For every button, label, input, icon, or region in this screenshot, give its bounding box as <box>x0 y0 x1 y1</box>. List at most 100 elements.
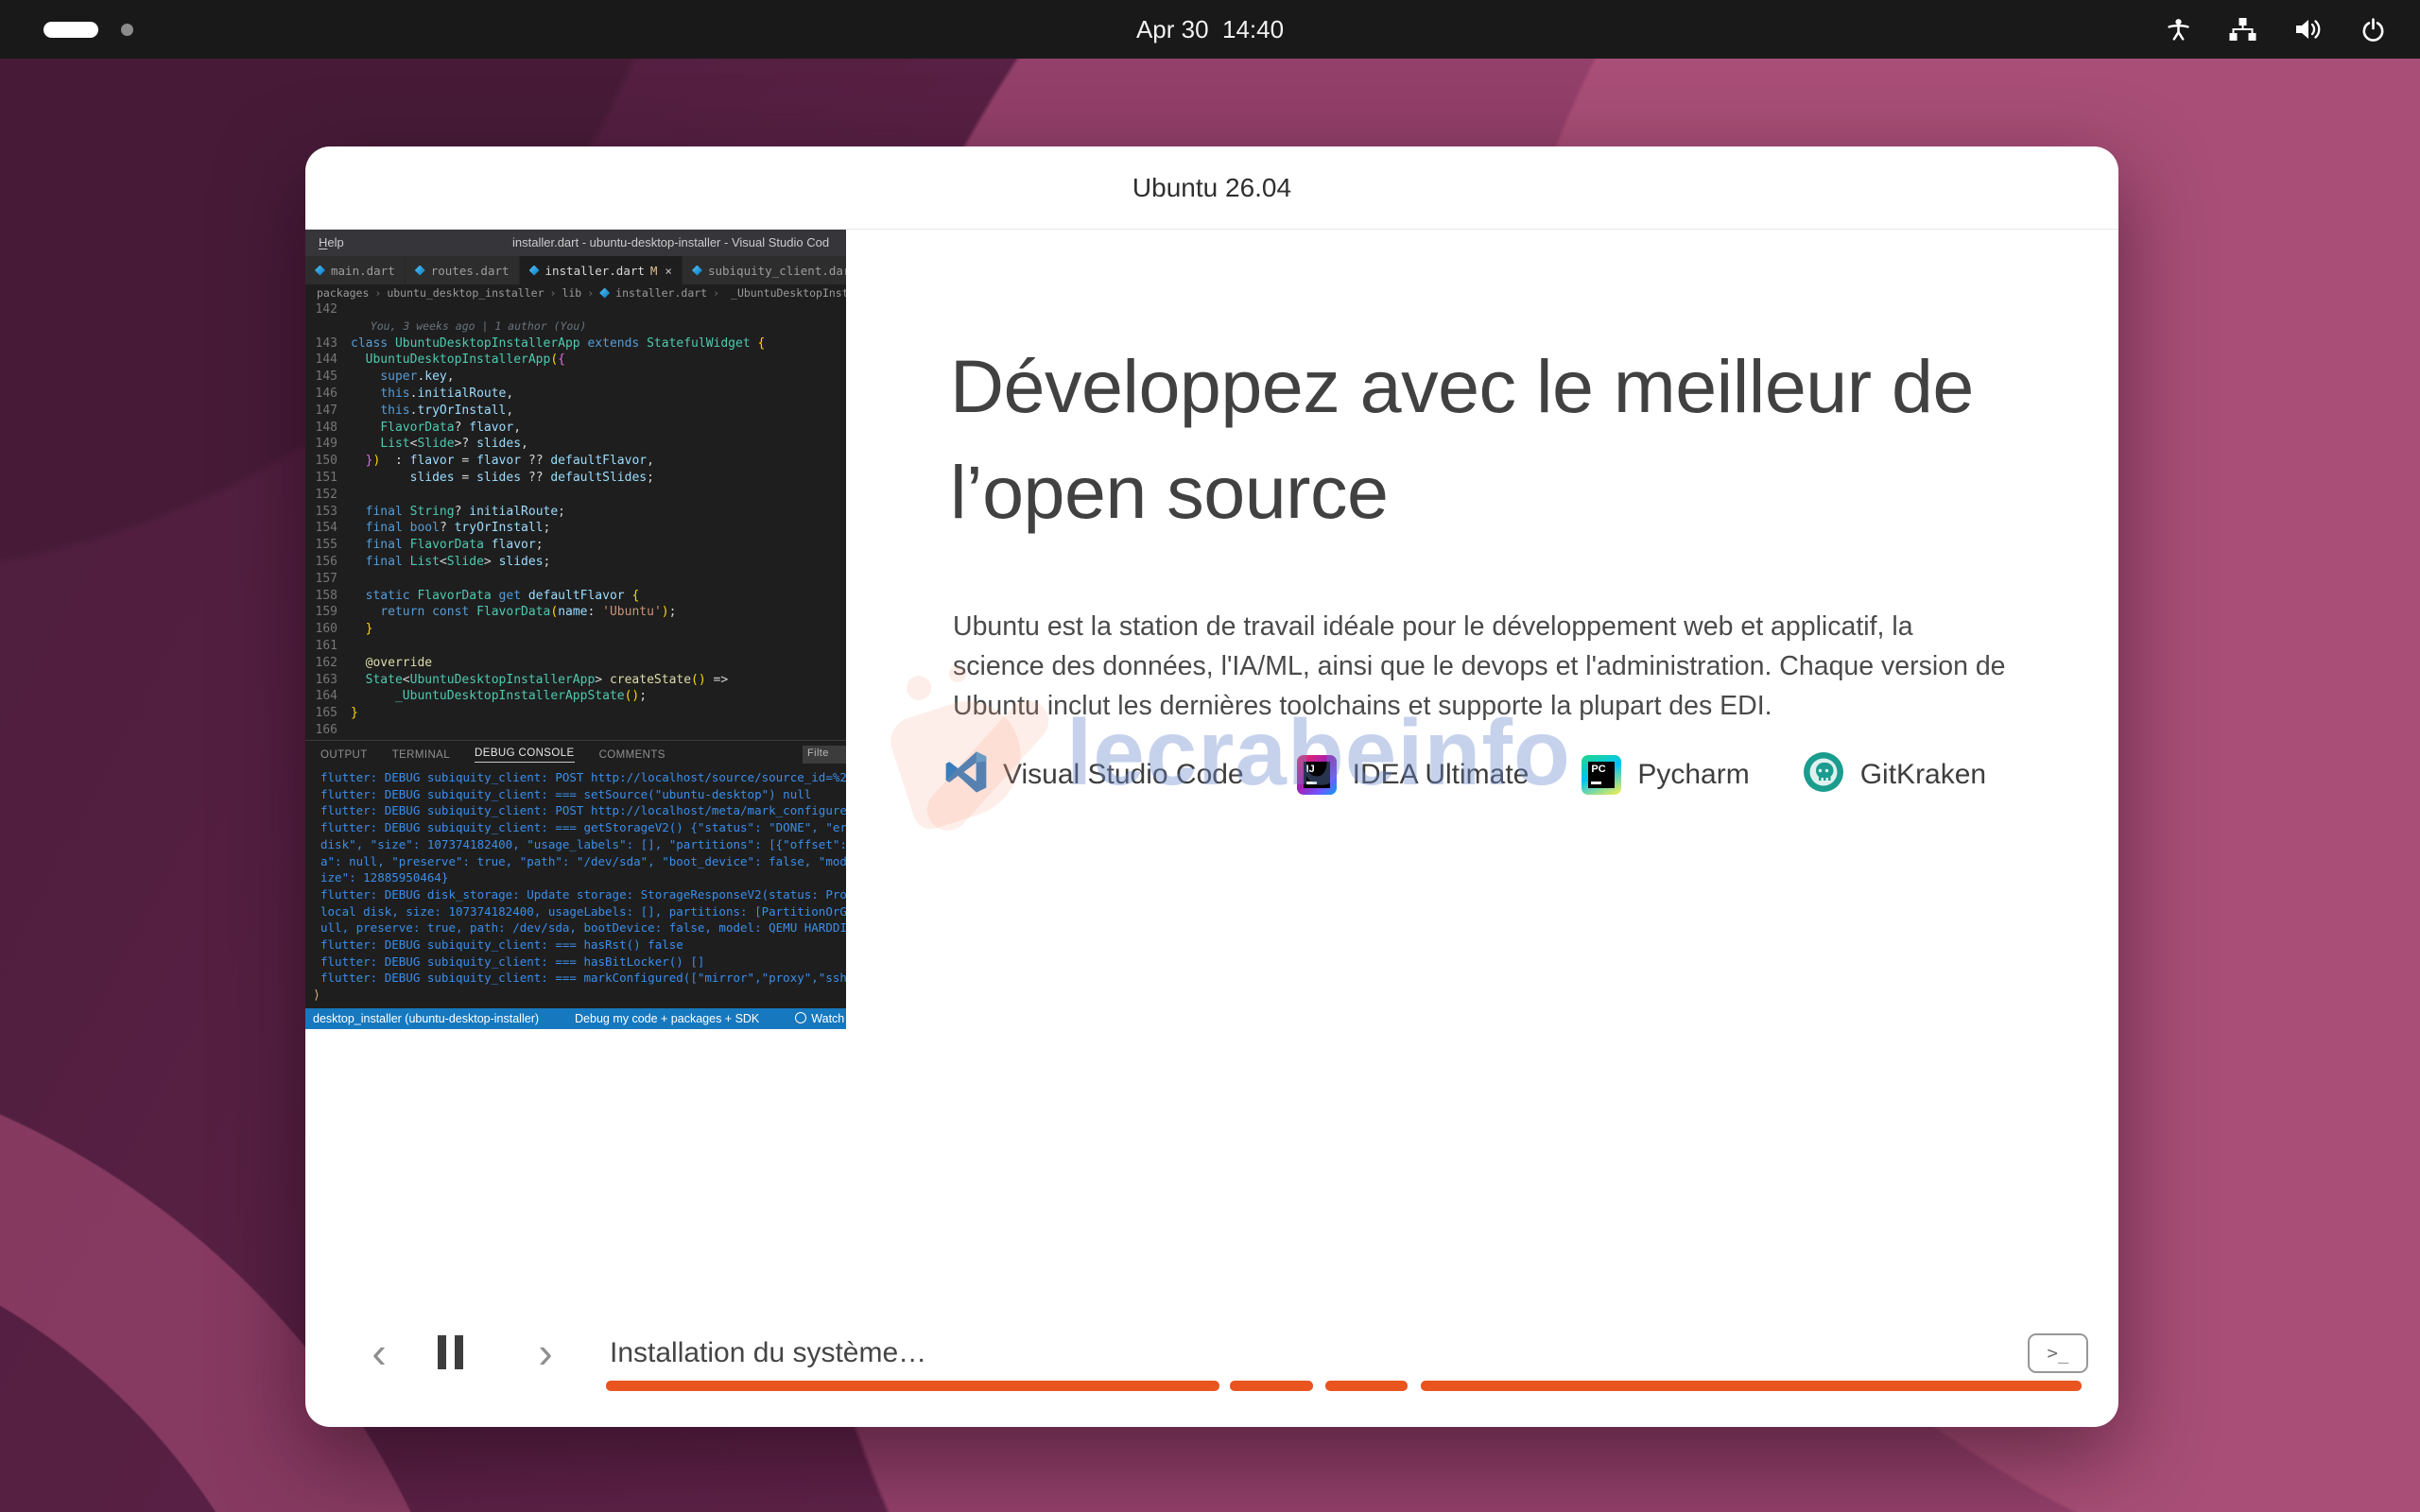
clock[interactable]: Apr 30 14:40 <box>0 0 2420 59</box>
console-filter-input: Filte <box>803 746 846 764</box>
breadcrumb-item: _UbuntuDesktopInstallerAppStat <box>731 286 846 300</box>
code-line: 156 final List<Slide> slides; <box>305 554 846 571</box>
app-label: Visual Studio Code <box>1003 759 1244 791</box>
breadcrumb-item: packages <box>317 286 369 300</box>
vscode-editor: 142 You, 3 weeks ago | 1 author (You)143… <box>305 301 846 740</box>
code-line: 163 State<UbuntuDesktopInstallerApp> cre… <box>305 672 846 689</box>
console-line: flutter: DEBUG subiquity_client: POST ht… <box>320 769 846 786</box>
top-bar: Apr 30 14:40 <box>0 0 2420 59</box>
slide-body: Ubuntu est la station de travail idéale … <box>953 607 2010 727</box>
code-line: You, 3 weeks ago | 1 author (You) <box>305 318 846 335</box>
console-line: ull, preserve: true, path: /dev/sda, boo… <box>320 919 846 936</box>
console-line: a": null, "preserve": true, "path": "/de… <box>320 853 846 870</box>
progress-segment <box>1230 1381 1313 1391</box>
app-item-pycharm: PC Pycharm <box>1582 755 1749 795</box>
pycharm-icon: PC <box>1582 755 1621 795</box>
status-debug-config: Debug my code + packages + SDK <box>575 1012 759 1025</box>
vscode-breadcrumb: packages›ubuntu_desktop_installer›lib›in… <box>305 284 846 301</box>
code-line: 154 final bool? tryOrInstall; <box>305 520 846 537</box>
install-status-text: Installation du système… <box>610 1337 926 1369</box>
breadcrumb-item: ubuntu_desktop_installer <box>387 286 544 300</box>
watermark-crab-shape <box>907 676 931 700</box>
app-label: GitKraken <box>1860 759 1986 791</box>
code-line: 158 static FlavorData get defaultFlavor … <box>305 588 846 605</box>
code-line: 165} <box>305 705 846 722</box>
dart-file-icon <box>692 266 702 276</box>
vscode-tab-bar: main.dartroutes.dartinstaller.dartM×subi… <box>305 256 846 284</box>
idea-icon: IJ <box>1297 755 1337 795</box>
console-line: disk", "size": 107374182400, "usage_labe… <box>320 836 846 853</box>
vscode-help-menu: Help <box>319 235 344 249</box>
code-line: 151 slides = slides ?? defaultSlides; <box>305 470 846 487</box>
app-label: IDEA Ultimate <box>1353 759 1530 791</box>
code-line: 149 List<Slide>? slides, <box>305 436 846 453</box>
terminal-log-button[interactable]: >_ <box>2028 1333 2088 1373</box>
code-line: 150 }) : flavor = flavor ?? defaultFlavo… <box>305 453 846 470</box>
gitkraken-icon <box>1803 751 1844 798</box>
vscode-titlebar: Help installer.dart - ubuntu-desktop-ins… <box>305 230 846 256</box>
panel-tab: OUTPUT <box>320 749 368 761</box>
slide-heading: Développez avec le meilleur de l’open so… <box>950 334 2066 545</box>
dart-file-icon <box>315 266 325 276</box>
code-line: 142 <box>305 301 846 318</box>
breadcrumb-item: lib <box>562 286 581 300</box>
progress-segment <box>1325 1381 1408 1391</box>
code-line: 164 _UbuntuDesktopInstallerAppState(); <box>305 688 846 705</box>
app-logos-row: Visual Studio Code IJ IDEA Ultimate PC P… <box>945 751 1986 798</box>
code-line: 144 UbuntuDesktopInstallerApp({ <box>305 352 846 369</box>
dart-file-icon <box>415 266 425 276</box>
editor-tab: installer.dartM× <box>520 256 682 284</box>
next-slide-button[interactable]: › <box>521 1328 570 1377</box>
system-tray[interactable] <box>2166 0 2386 59</box>
code-line: 159 return const FlavorData(name: 'Ubunt… <box>305 604 846 621</box>
console-line: flutter: DEBUG disk_storage: Update stor… <box>320 886 846 903</box>
console-line: local disk, size: 107374182400, usageLab… <box>320 903 846 920</box>
window-title: Ubuntu 26.04 <box>1132 173 1291 203</box>
console-line: ize": 12885950464} <box>320 869 846 886</box>
previous-slide-button[interactable]: ‹ <box>354 1328 404 1377</box>
volume-icon[interactable] <box>2294 17 2323 42</box>
console-line: flutter: DEBUG subiquity_client: POST ht… <box>320 802 846 819</box>
panel-tab: DEBUG CONSOLE <box>475 747 575 763</box>
code-line: 166 <box>305 722 846 739</box>
window-header: Ubuntu 26.04 <box>305 146 2118 230</box>
code-line: 145 super.key, <box>305 369 846 386</box>
installer-window: Ubuntu 26.04 Help installer.dart - ubunt… <box>305 146 2118 1427</box>
code-line: 146 this.initialRoute, <box>305 386 846 403</box>
code-line: 152 <box>305 487 846 504</box>
console-line: flutter: DEBUG subiquity_client: === has… <box>320 936 846 954</box>
progress-segment <box>1421 1381 2082 1391</box>
vscode-icon <box>945 751 987 798</box>
power-icon[interactable] <box>2360 17 2386 43</box>
panel-tab: COMMENTS <box>599 749 666 761</box>
network-wired-icon[interactable] <box>2229 18 2256 42</box>
code-line: 155 final FlavorData flavor; <box>305 537 846 554</box>
code-line: 162 @override <box>305 655 846 672</box>
app-item-idea: IJ IDEA Ultimate <box>1297 755 1530 795</box>
dart-file-icon <box>529 266 540 276</box>
vscode-panel-tabs: OUTPUT TERMINAL DEBUG CONSOLE COMMENTS Filte <box>305 741 846 769</box>
vscode-panel: OUTPUT TERMINAL DEBUG CONSOLE COMMENTS Filte… <box>305 740 846 1008</box>
progress-segment <box>606 1381 1219 1391</box>
console-line: flutter: DEBUG subiquity_client: === set… <box>320 786 846 803</box>
vscode-screenshot: Help installer.dart - ubuntu-desktop-ins… <box>305 230 846 1029</box>
dart-file-icon <box>599 288 610 299</box>
status-watch: Watch <box>795 1012 844 1025</box>
breadcrumb-item: installer.dart <box>615 286 707 300</box>
install-progress-bar <box>606 1381 2082 1391</box>
console-prompt: ⟩ <box>313 988 320 1003</box>
console-line: flutter: DEBUG subiquity_client: === has… <box>320 954 846 971</box>
app-label: Pycharm <box>1637 759 1749 791</box>
app-item-vscode: Visual Studio Code <box>945 751 1244 798</box>
panel-tab: TERMINAL <box>392 749 450 761</box>
pause-slideshow-button[interactable] <box>438 1335 470 1369</box>
accessibility-icon[interactable] <box>2166 17 2191 43</box>
vscode-debug-console: flutter: DEBUG subiquity_client: POST ht… <box>305 769 846 988</box>
code-line: 161 <box>305 638 846 655</box>
code-line: 153 final String? initialRoute; <box>305 504 846 521</box>
vscode-window-title: installer.dart - ubuntu-desktop-installe… <box>512 235 829 249</box>
editor-tab: main.dart <box>305 256 405 284</box>
app-item-gitkraken: GitKraken <box>1803 751 1986 798</box>
code-line: 143class UbuntuDesktopInstallerApp exten… <box>305 335 846 352</box>
vscode-status-bar: desktop_installer (ubuntu-desktop-instal… <box>305 1008 846 1029</box>
